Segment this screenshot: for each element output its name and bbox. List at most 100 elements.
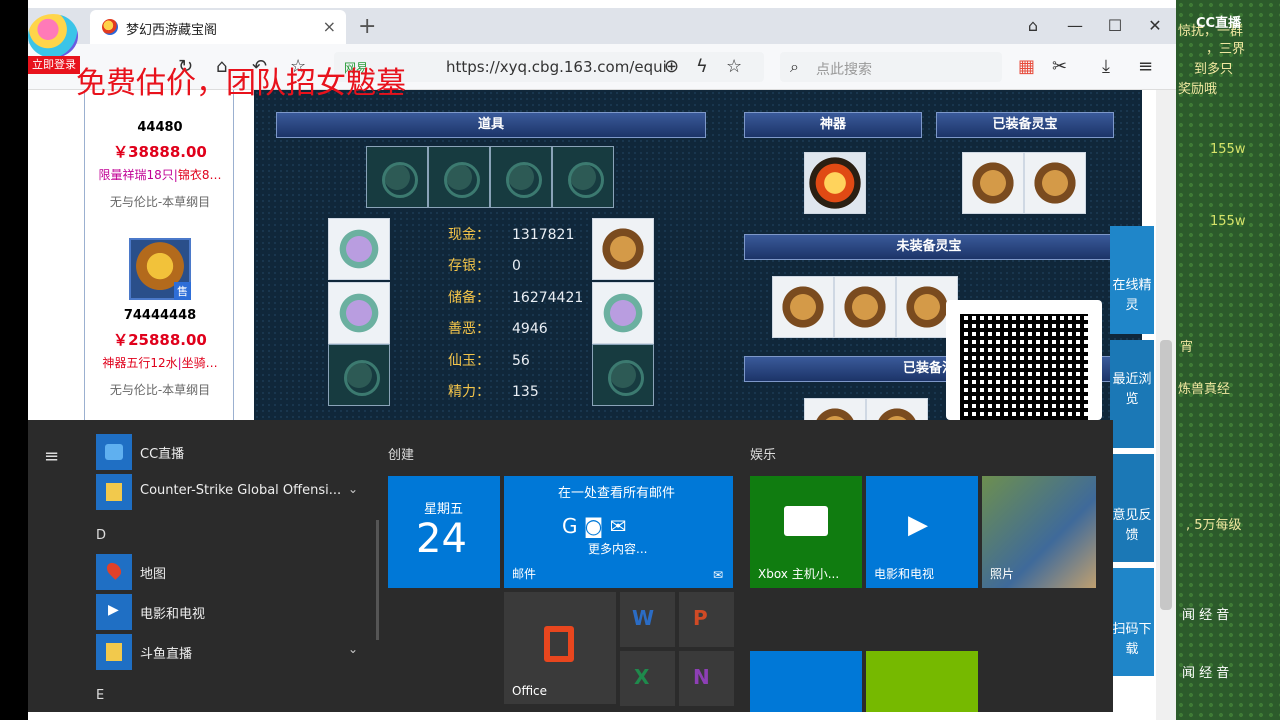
equip-slot[interactable] xyxy=(592,344,654,406)
powerpoint-tile[interactable]: P xyxy=(679,592,734,647)
equip-slot[interactable] xyxy=(328,218,390,280)
listing-desc: 神器五行12水|坐骑… xyxy=(102,356,218,370)
equip-slot[interactable] xyxy=(592,282,654,344)
item-slot[interactable] xyxy=(552,146,614,208)
excel-tile[interactable]: X xyxy=(620,651,675,706)
game-hp-value: 155w xyxy=(1210,214,1246,229)
equip-slot[interactable] xyxy=(328,344,390,406)
lingbao-slot[interactable] xyxy=(772,276,834,338)
game-menu[interactable]: 闻 经 音 xyxy=(1182,662,1229,681)
letter-header-e[interactable]: E xyxy=(96,688,104,703)
lingbao-slot[interactable] xyxy=(834,276,896,338)
group-create: 创建 xyxy=(388,448,415,463)
word-tile[interactable]: W xyxy=(620,592,675,647)
extra-tile[interactable] xyxy=(750,651,862,712)
app-label: Counter-Strike Global Offensi... xyxy=(140,483,342,498)
listing-item[interactable]: 44480 ￥38888.00 限量祥瑞18只|锦衣8… 无与伦比-本草纲目 xyxy=(85,90,235,210)
listing-id: 44480 xyxy=(137,120,183,135)
movies-icon: ▶ xyxy=(908,510,928,540)
apps-icon[interactable]: ▦ xyxy=(1018,56,1035,77)
office-icon xyxy=(544,626,574,662)
listing-item[interactable]: 售 74444448 ￥25888.00 神器五行12水|坐骑… 无与伦比-本草… xyxy=(85,238,235,398)
listing-id: 74444448 xyxy=(123,308,197,323)
photos-label: 照片 xyxy=(990,567,1015,581)
recent-button[interactable]: 最近浏览 xyxy=(1110,340,1154,448)
nvidia-tile[interactable] xyxy=(866,651,978,712)
folder-icon xyxy=(96,474,132,510)
app-cc[interactable]: CC直播 xyxy=(96,434,376,470)
calendar-tile[interactable]: 星期五 24 xyxy=(388,476,500,588)
mail-title: 在一处查看所有邮件 xyxy=(558,486,676,501)
app-label: 电影和电视 xyxy=(140,607,206,622)
site-sidebar: 在线精灵 最近浏览 意见反馈 扫码下载 xyxy=(1110,226,1154,720)
feedback-button[interactable]: 意见反馈 xyxy=(1110,454,1154,562)
tab-cbg[interactable]: 梦幻西游藏宝阁 × xyxy=(90,10,346,44)
search-box[interactable]: ⌕ 点此搜索 xyxy=(780,52,1002,82)
bookmark-star-icon[interactable]: ☆ xyxy=(726,56,742,77)
cc-app-icon xyxy=(96,434,132,470)
app-maps[interactable]: 地图 xyxy=(96,554,376,590)
game-hp-value: 155w xyxy=(1210,142,1246,157)
stat-energy: 精力： 135 xyxy=(448,384,539,400)
close-window-button[interactable]: ✕ xyxy=(1140,16,1170,35)
game-chat-line: 到多只 xyxy=(1194,62,1234,77)
app-label: CC直播 xyxy=(140,447,185,462)
download-icon[interactable]: ⤓ xyxy=(1102,56,1110,77)
search-icon: ⌕ xyxy=(790,57,799,76)
new-tab-button[interactable]: + xyxy=(358,14,376,39)
game-text: 宵 xyxy=(1180,340,1194,355)
xbox-icon xyxy=(784,506,828,536)
app-movies[interactable]: 电影和电视 xyxy=(96,594,376,630)
onenote-tile[interactable]: N xyxy=(679,651,734,706)
item-slot[interactable] xyxy=(366,146,428,208)
minimize-button[interactable]: — xyxy=(1060,16,1090,35)
stream-overlay-title: 免费估价，团队招女魃墓 xyxy=(76,66,406,101)
mail-tile[interactable]: 在一处查看所有邮件 G ◙ ✉ 更多内容... 邮件 ✉ xyxy=(504,476,733,588)
xbox-tile[interactable]: Xbox 主机小... xyxy=(750,476,862,588)
app-label: 斗鱼直播 xyxy=(140,647,193,662)
scan-download-button[interactable]: 扫码下载 xyxy=(1110,568,1154,676)
stat-deposit: 存银： 0 xyxy=(448,258,521,274)
url-text[interactable]: https://xyq.cbg.163.com/equi xyxy=(446,58,667,76)
menu-icon[interactable]: ≡ xyxy=(1138,56,1153,77)
scrollbar-thumb[interactable] xyxy=(1160,340,1172,610)
equip-slot[interactable] xyxy=(592,218,654,280)
artifact-slot[interactable] xyxy=(804,152,866,214)
lightning-icon[interactable]: ϟ xyxy=(696,56,708,77)
chevron-down-icon[interactable]: ⌄ xyxy=(348,482,358,496)
app-douyu[interactable]: 斗鱼直播 ⌄ xyxy=(96,634,376,670)
photos-tile[interactable]: 照片 xyxy=(982,476,1096,588)
calendar-day: 星期五 xyxy=(424,502,464,517)
game-chat-line: ，三界 xyxy=(1206,42,1246,57)
game-text: 炼兽真经 xyxy=(1178,382,1231,397)
office-tile[interactable]: Office xyxy=(504,592,616,704)
online-helper-button[interactable]: 在线精灵 xyxy=(1110,226,1154,334)
tab-close-icon[interactable]: × xyxy=(323,17,336,36)
item-slot[interactable] xyxy=(428,146,490,208)
movies-tile[interactable]: ▶ 电影和电视 xyxy=(866,476,978,588)
app-csgo[interactable]: Counter-Strike Global Offensi... ⌄ xyxy=(96,474,376,510)
lingbao-slot[interactable] xyxy=(1024,152,1086,214)
game-menu[interactable]: 闻 经 音 xyxy=(1182,604,1229,623)
sell-badge: 售 xyxy=(174,282,191,300)
hamburger-icon[interactable]: ≡ xyxy=(44,446,59,467)
listing-price: ￥25888.00 xyxy=(113,331,207,349)
shirt-icon[interactable]: ⌂ xyxy=(1018,16,1048,35)
mail-service-icons: G ◙ ✉ xyxy=(562,514,627,538)
equip-slot[interactable] xyxy=(328,282,390,344)
item-slot[interactable] xyxy=(490,146,552,208)
maximize-button[interactable]: ☐ xyxy=(1100,16,1130,35)
chevron-down-icon[interactable]: ⌄ xyxy=(348,642,358,656)
mail-envelope-icon: ✉ xyxy=(712,568,723,582)
login-badge[interactable]: 立即登录 xyxy=(28,56,80,74)
movie-icon xyxy=(96,594,132,630)
page-scrollbar[interactable] xyxy=(1156,90,1176,720)
lingbao-slot[interactable] xyxy=(962,152,1024,214)
game-side-strip: 惊扰，一群 ，三界 到多只 奖励哦 155w 155w 宵 炼兽真经 , 5万每… xyxy=(1176,0,1280,720)
zoom-icon[interactable]: ⊕ xyxy=(664,56,679,77)
onenote-icon: N xyxy=(693,665,710,689)
start-scrollbar[interactable] xyxy=(376,520,379,640)
scissors-icon[interactable]: ✂ xyxy=(1052,56,1067,77)
letter-header-d[interactable]: D xyxy=(96,528,106,543)
section-items: 道具 xyxy=(276,112,706,138)
